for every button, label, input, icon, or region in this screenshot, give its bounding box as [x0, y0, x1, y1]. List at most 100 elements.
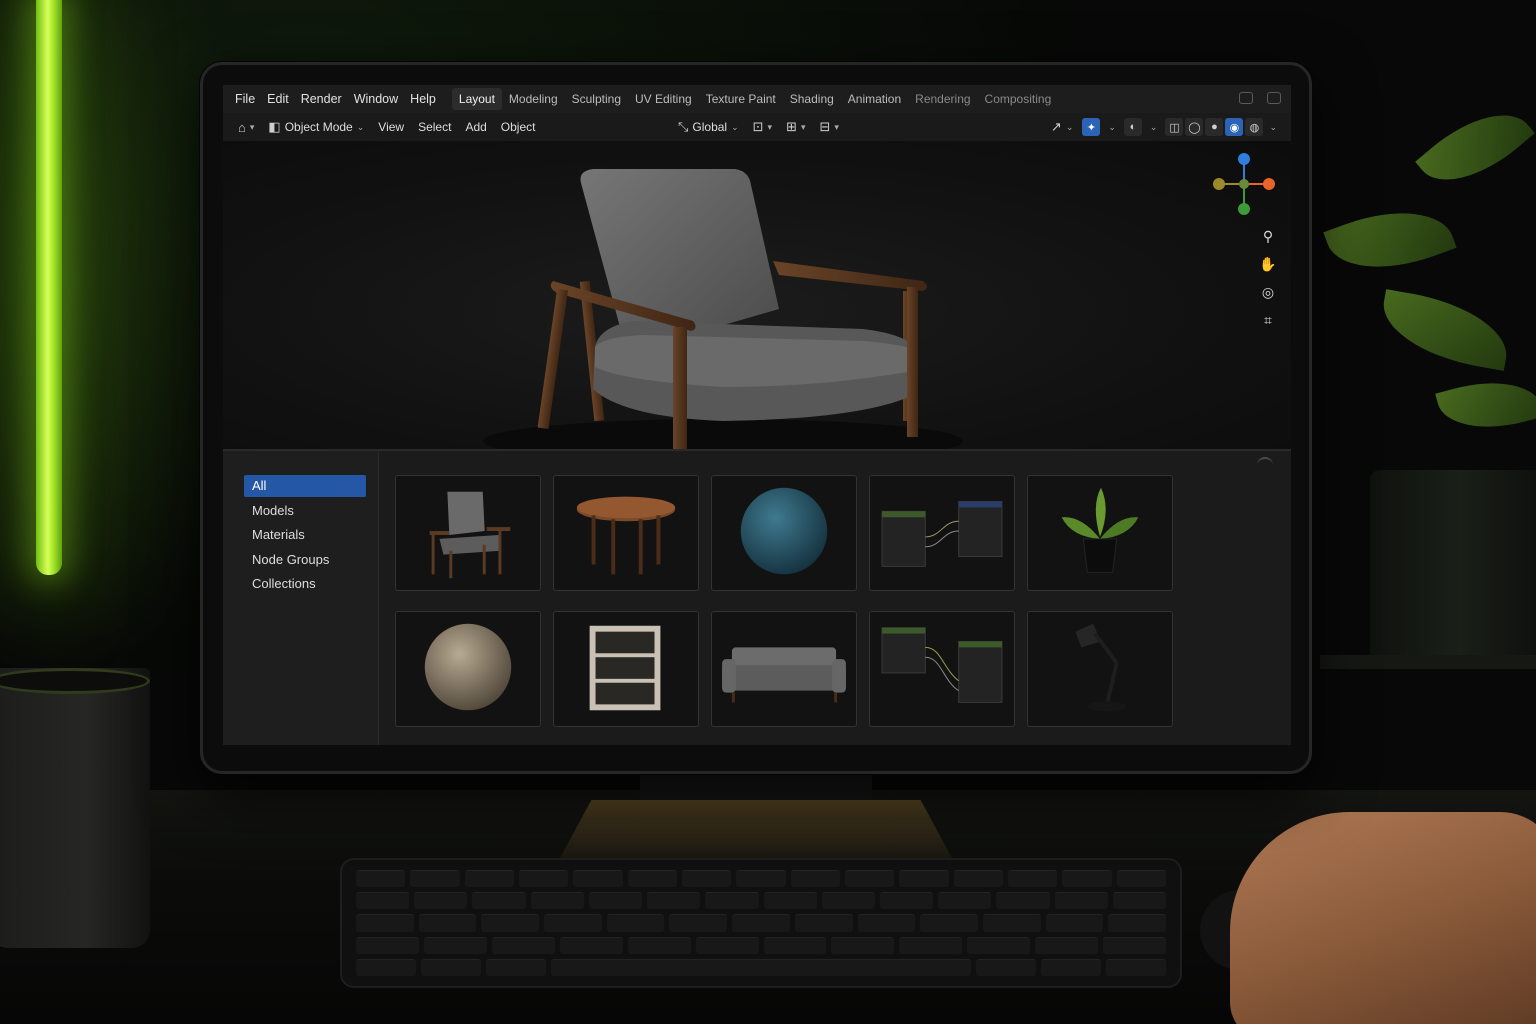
object-mode-icon: ◧ [268, 119, 281, 134]
asset-browser: All Models Materials Node Groups Collect… [223, 451, 1291, 745]
desk-lamp-thumbnail [1075, 623, 1127, 712]
blue-sphere-thumbnail [740, 487, 828, 575]
zoom-icon[interactable]: ⚲ [1259, 227, 1277, 245]
overlay-toggle-icon[interactable]: ◐ [1123, 118, 1142, 136]
chevron-down-icon: ⌄ [356, 121, 365, 132]
visibility-button[interactable]: ↗ ⌄ [1044, 116, 1080, 138]
neon-light-bar [36, 0, 62, 575]
chevron-down-icon: ▾ [834, 121, 839, 132]
menu-select[interactable]: Select [411, 116, 458, 138]
viewport-header: ⌂ ▾ ◧ Object Mode ⌄ View Select Add Objec… [223, 113, 1291, 141]
gizmo-toggle-icon[interactable]: ✦ [1082, 118, 1101, 136]
asset-beige-sphere-material[interactable] [395, 611, 541, 727]
transform-tools: ⤡ Global ⌄ ⊡ ▾ ⊞ ▾ ⊟ ▾ [671, 113, 846, 141]
menu-edit[interactable]: Edit [261, 85, 295, 113]
asset-armchair[interactable] [395, 475, 541, 591]
mug [0, 668, 150, 948]
editor-type-button[interactable]: ⌂ ▾ [231, 116, 261, 138]
keyboard [340, 858, 1182, 988]
navigation-gizmo[interactable] [1211, 151, 1277, 217]
orientation-label: Global [692, 120, 728, 134]
3d-viewport[interactable]: ⚲ ✋ ◎ ⌗ [223, 141, 1291, 449]
background-plant-pot [1370, 470, 1536, 660]
asset-bookshelf[interactable] [553, 611, 699, 727]
area-options-icon[interactable] [1257, 457, 1273, 467]
proportional-icon: ⊟ [819, 119, 831, 134]
chevron-down-icon: ▾ [249, 121, 255, 132]
blender-window: File Edit Render Window Help Layout Mode… [223, 85, 1291, 745]
asset-grid [395, 475, 1173, 727]
pan-hand-icon[interactable]: ✋ [1259, 255, 1277, 273]
shading-tools: ↗ ⌄ ✦ ⌄ ◐ ⌄ ◫ ◯ ● ◉ ◍ ⌄ [1044, 113, 1281, 141]
asset-potted-plant[interactable] [1027, 475, 1173, 591]
window-controls [1239, 92, 1281, 104]
menu-add[interactable]: Add [458, 116, 493, 138]
beige-sphere-thumbnail [424, 623, 512, 711]
round-table-thumbnail [576, 496, 676, 575]
menu-render[interactable]: Render [295, 85, 348, 113]
asset-desk-lamp[interactable] [1027, 611, 1173, 727]
tab-rendering[interactable]: Rendering [908, 88, 977, 110]
tab-modeling[interactable]: Modeling [502, 88, 565, 110]
menu-window[interactable]: Window [348, 85, 404, 113]
pivot-button[interactable]: ⊡ ▾ [746, 116, 779, 138]
editor-type-icon: ⌂ [238, 119, 246, 135]
snap-icon: ⊞ [786, 119, 797, 134]
category-collections[interactable]: Collections [244, 573, 366, 595]
pivot-icon: ⊡ [752, 119, 764, 134]
proportional-button[interactable]: ⊟ ▾ [813, 116, 846, 138]
tab-shading[interactable]: Shading [783, 88, 841, 110]
tab-animation[interactable]: Animation [841, 88, 908, 110]
tab-compositing[interactable]: Compositing [978, 88, 1059, 110]
wireframe-shading-icon[interactable]: ◯ [1185, 118, 1204, 136]
scene-icon[interactable] [1239, 92, 1253, 104]
snap-button[interactable]: ⊞ ▾ [779, 116, 812, 138]
monitor-stand-base [560, 800, 952, 858]
menu-file[interactable]: File [229, 85, 261, 113]
chevron-down-icon: ▾ [767, 121, 773, 132]
asset-blue-sphere-material[interactable] [711, 475, 857, 591]
tab-sculpting[interactable]: Sculpting [565, 88, 628, 110]
chevron-down-icon[interactable]: ⌄ [1102, 122, 1122, 133]
perspective-toggle-icon[interactable]: ⌗ [1259, 311, 1277, 329]
rendered-shading-icon[interactable]: ◍ [1245, 118, 1264, 136]
material-preview-icon[interactable]: ◉ [1225, 118, 1244, 136]
camera-view-icon[interactable]: ◎ [1259, 283, 1277, 301]
category-models[interactable]: Models [244, 500, 366, 522]
asset-node-group[interactable] [869, 611, 1015, 727]
navigation-tools: ⚲ ✋ ◎ ⌗ [1259, 227, 1277, 329]
potted-plant-thumbnail [1061, 487, 1139, 573]
chevron-down-icon: ⌄ [1065, 121, 1074, 132]
chevron-down-icon[interactable]: ⌄ [1144, 122, 1164, 133]
sofa-thumbnail [722, 647, 846, 703]
solid-shading-icon[interactable]: ● [1205, 118, 1224, 136]
node-group-thumbnail [881, 627, 1003, 703]
tab-uv-editing[interactable]: UV Editing [628, 88, 699, 110]
category-materials[interactable]: Materials [244, 524, 366, 546]
orientation-icon: ⤡ [678, 119, 689, 134]
category-all[interactable]: All [244, 475, 366, 497]
hand [1230, 812, 1536, 1024]
asset-round-table[interactable] [553, 475, 699, 591]
menu-view[interactable]: View [371, 116, 411, 138]
tab-texture-paint[interactable]: Texture Paint [699, 88, 783, 110]
z-axis [1238, 153, 1250, 165]
tab-layout[interactable]: Layout [451, 88, 502, 110]
asset-sofa[interactable] [711, 611, 857, 727]
y-axis [1238, 203, 1250, 215]
chevron-down-icon: ⌄ [731, 121, 739, 132]
x-axis [1263, 178, 1275, 190]
view-layer-icon[interactable] [1267, 92, 1281, 104]
xray-toggle-icon[interactable]: ◫ [1165, 118, 1184, 136]
chevron-down-icon[interactable]: ⌄ [1265, 122, 1281, 133]
category-node-groups[interactable]: Node Groups [244, 549, 366, 571]
node-group-thumbnail [881, 501, 1003, 567]
menu-object[interactable]: Object [494, 116, 543, 138]
orientation-dropdown[interactable]: ⤡ Global ⌄ [671, 116, 746, 138]
armchair-model [483, 169, 963, 449]
menu-help[interactable]: Help [404, 85, 442, 113]
asset-node-group[interactable] [869, 475, 1015, 591]
mode-dropdown[interactable]: ◧ Object Mode ⌄ [261, 116, 371, 138]
bookshelf-thumbnail [589, 625, 661, 711]
top-bar: File Edit Render Window Help Layout Mode… [223, 85, 1291, 113]
